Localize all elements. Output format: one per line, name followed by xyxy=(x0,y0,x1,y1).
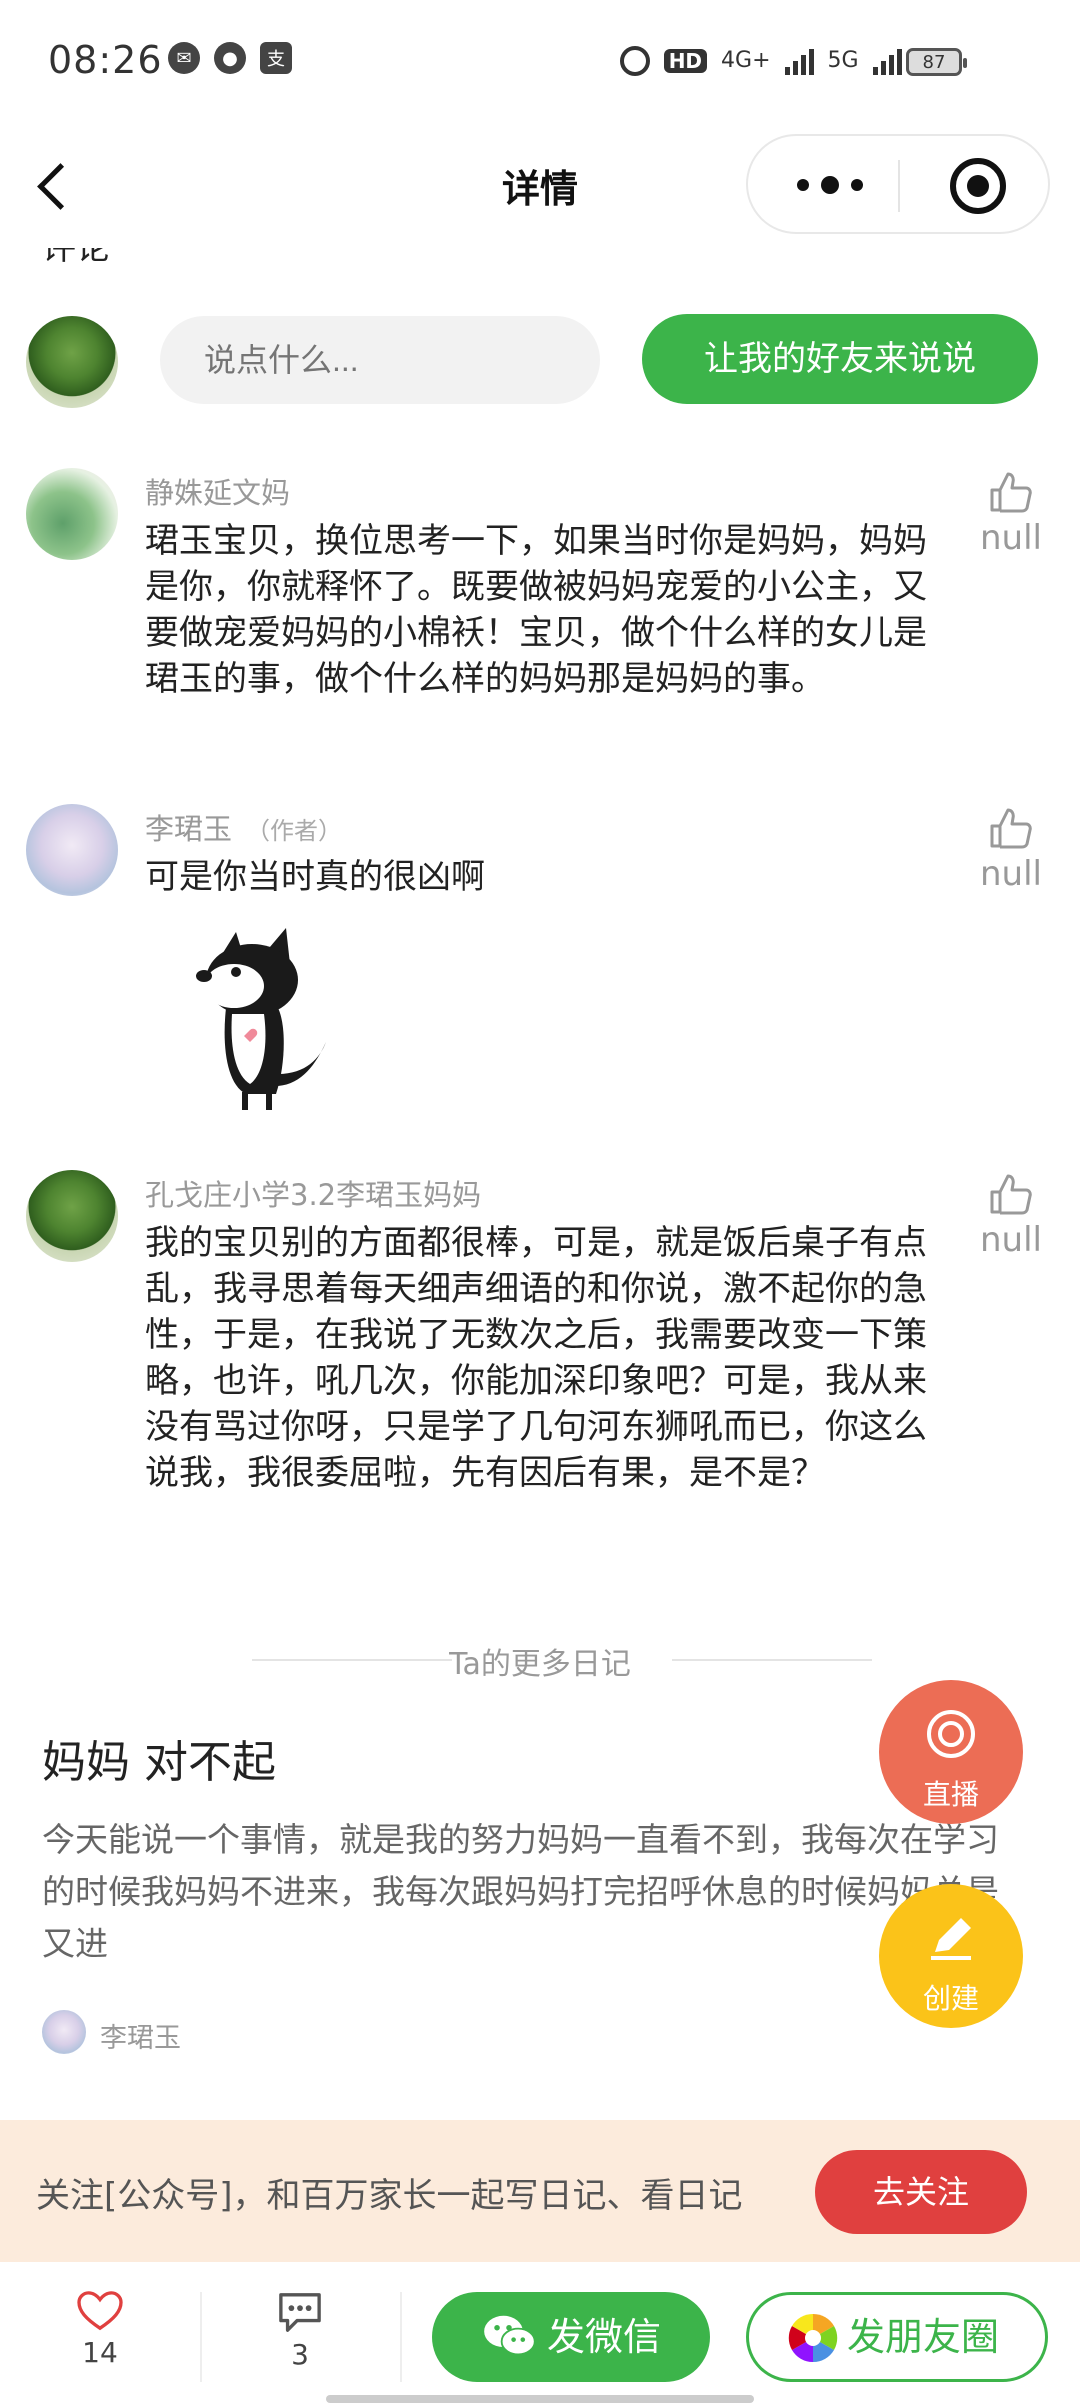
diary-author-name: 李珺玉 xyxy=(100,2023,181,2054)
send-wechat-label: 发微信 xyxy=(546,2315,661,2359)
comment-like-button[interactable]: null xyxy=(976,470,1046,558)
network-4g-label: 4G+ xyxy=(721,48,771,73)
status-time: 08:26 xyxy=(48,38,163,82)
comment-text: 珺玉宝贝，换位思考一下，如果当时你是妈妈，妈妈是你，你就释怀了。既要做被妈妈宠爱… xyxy=(145,521,927,699)
bottom-action-bar: 14 3 发微信 发朋友圈 xyxy=(0,2262,1080,2408)
create-label: 创建 xyxy=(922,1982,979,2015)
wechat-icon xyxy=(484,2315,536,2355)
commenter-avatar[interactable] xyxy=(26,1170,118,1262)
heart-icon xyxy=(77,2291,123,2331)
wechat-notification-icon: ✉ xyxy=(168,42,200,74)
current-user-avatar xyxy=(26,316,118,408)
comment-diary-button[interactable]: 3 xyxy=(200,2262,400,2408)
bottom-separator xyxy=(400,2292,402,2382)
alarm-icon xyxy=(619,45,650,76)
live-label: 直播 xyxy=(922,1778,979,1811)
notification-icons: ✉ ● 支 xyxy=(168,42,292,74)
like-count: null xyxy=(980,518,1042,558)
thumbs-up-icon xyxy=(988,470,1034,514)
husky-sticker-image xyxy=(196,928,326,1110)
comment-total: 3 xyxy=(291,2338,309,2371)
share-moments-button[interactable]: 发朋友圈 xyxy=(746,2292,1048,2382)
commenter-name-text: 李珺玉 xyxy=(145,812,233,846)
more-diaries-divider: Ta的更多日记 xyxy=(0,1635,1080,1685)
commenter-name: 静姝延文妈 xyxy=(145,476,291,510)
status-bar: 08:26 ✉ ● 支 HD 4G+ 5G ◠ 87 xyxy=(0,0,1080,120)
commenter-avatar[interactable] xyxy=(26,804,118,896)
comment-text: 可是你当时真的很凶啊 xyxy=(145,857,485,897)
like-total: 14 xyxy=(82,2336,118,2369)
follow-button[interactable]: 去关注 xyxy=(815,2150,1027,2234)
share-moments-label: 发朋友圈 xyxy=(847,2315,1000,2359)
pencil-icon xyxy=(931,1918,971,1960)
like-diary-button[interactable]: 14 xyxy=(0,2262,200,2408)
like-count: null xyxy=(980,1220,1042,1260)
moments-aperture-icon xyxy=(788,2313,838,2363)
invite-friends-button[interactable]: 让我的好友来说说 xyxy=(642,314,1038,404)
signal-4g-icon xyxy=(784,47,814,75)
mini-program-capsule xyxy=(746,134,1050,234)
comment-input[interactable] xyxy=(160,316,600,404)
commenter-avatar[interactable] xyxy=(26,468,118,560)
thumbs-up-icon xyxy=(988,1172,1034,1216)
diary-excerpt[interactable]: 今天能说一个事情，就是我的努力妈妈一直看不到，我每次在学习的时候我妈妈不进来，我… xyxy=(42,1814,1022,1970)
divider-line-right xyxy=(672,1659,872,1661)
close-mini-program-icon[interactable] xyxy=(950,158,1006,214)
author-badge: （作者） xyxy=(246,817,343,845)
commenter-name: 孔戈庄小学3.2李珺玉妈妈 xyxy=(145,1178,482,1212)
send-wechat-button[interactable]: 发微信 xyxy=(432,2292,710,2382)
more-options-icon[interactable] xyxy=(790,170,870,200)
follow-banner-text: 关注[公众号]，和百万家长一起写日记、看日记 xyxy=(36,2176,743,2216)
more-diaries-label: Ta的更多日记 xyxy=(449,1647,631,1682)
diary-title[interactable]: 妈妈 对不起 xyxy=(42,1726,276,1790)
hd-badge: HD xyxy=(663,48,708,73)
clipped-heading: 评论 xyxy=(42,248,142,266)
live-icon xyxy=(927,1710,975,1758)
pay-notification-icon: 支 xyxy=(260,42,292,74)
signal-5g-icon xyxy=(872,47,902,75)
comment-like-button[interactable]: null xyxy=(976,806,1046,894)
thumbs-up-icon xyxy=(988,806,1034,850)
live-button[interactable]: 直播 xyxy=(879,1680,1023,1824)
follow-banner: 关注[公众号]，和百万家长一起写日记、看日记 去关注 xyxy=(0,2120,1080,2262)
diary-author-avatar xyxy=(42,2010,86,2054)
capsule-divider xyxy=(898,160,900,212)
comment-bubble-icon xyxy=(279,2293,321,2332)
network-5g-label: 5G xyxy=(827,48,859,73)
system-status-icons: HD 4G+ 5G ◠ xyxy=(619,44,940,77)
navigation-bar: 详情 xyxy=(0,120,1080,250)
app-notification-icon: ● xyxy=(214,42,246,74)
home-indicator[interactable] xyxy=(326,2395,754,2403)
battery-indicator: 87 xyxy=(906,48,967,76)
comment-like-button[interactable]: null xyxy=(976,1172,1046,1260)
like-count: null xyxy=(980,854,1042,894)
commenter-name: 李珺玉 （作者） xyxy=(145,806,342,848)
create-button[interactable]: 创建 xyxy=(879,1884,1023,2028)
comment-text: 我的宝贝别的方面都很棒，可是，就是饭后桌子有点乱，我寻思着每天细声细语的和你说，… xyxy=(145,1223,927,1493)
